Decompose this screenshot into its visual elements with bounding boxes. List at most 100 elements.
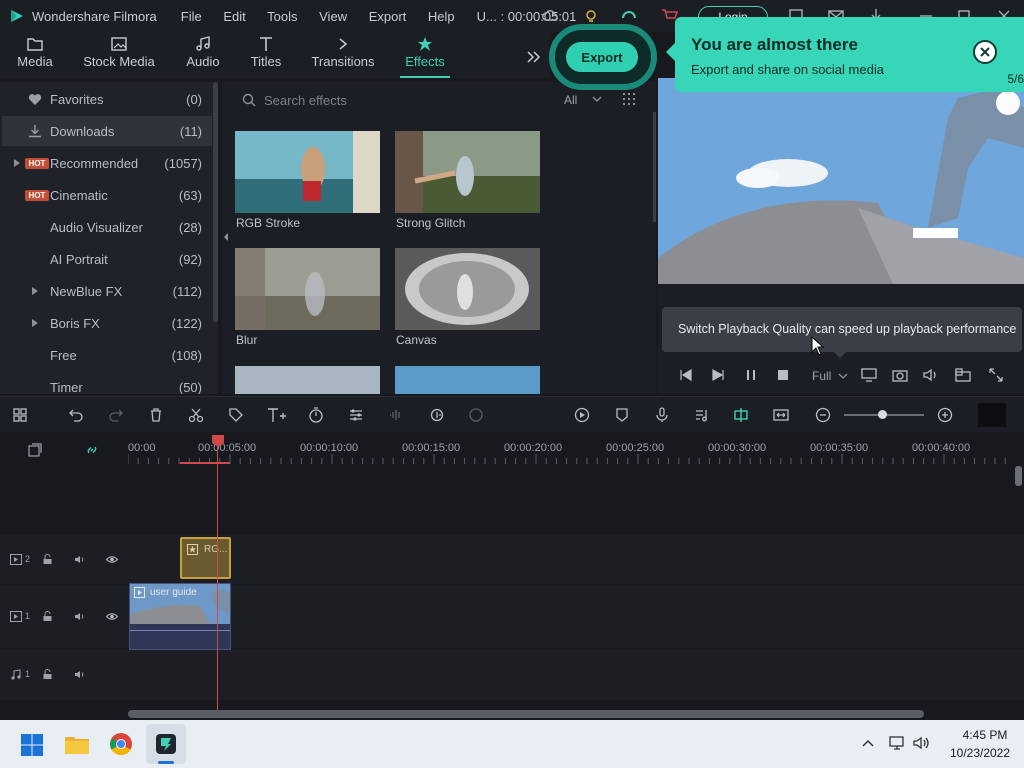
undo-icon[interactable] <box>68 407 84 423</box>
chevron-down-icon[interactable] <box>838 372 848 380</box>
expand-tabs-icon[interactable] <box>526 50 542 64</box>
tag-icon[interactable] <box>228 407 244 423</box>
tab-transitions[interactable]: Transitions <box>310 32 376 78</box>
callout-close-button[interactable] <box>973 40 997 64</box>
chevron-up-icon[interactable] <box>862 738 874 748</box>
search-box[interactable] <box>234 86 544 114</box>
network-icon[interactable] <box>888 735 906 751</box>
headset-icon[interactable] <box>620 7 638 25</box>
expand-caret-icon[interactable] <box>14 159 20 167</box>
stabilize-icon[interactable] <box>468 407 484 423</box>
sidebar-item-audio-visualizer[interactable]: Audio Visualizer (28) <box>2 212 212 242</box>
bulb-icon[interactable] <box>582 7 600 25</box>
sidebar-item-free[interactable]: Free (108) <box>2 340 212 370</box>
pause-icon[interactable] <box>744 368 758 382</box>
collapse-sidebar-icon[interactable] <box>222 232 230 242</box>
effect-thumb-canvas[interactable] <box>395 248 540 330</box>
zoom-out-icon[interactable] <box>815 407 831 423</box>
menu-view[interactable]: View <box>319 9 347 24</box>
timeline-horizontal-scrollbar[interactable] <box>128 710 924 718</box>
lock-icon[interactable] <box>42 611 53 622</box>
effect-clip[interactable]: RG... <box>180 537 231 579</box>
tab-stock-media[interactable]: Stock Media <box>80 32 158 78</box>
previous-frame-icon[interactable] <box>678 368 694 382</box>
menu-edit[interactable]: Edit <box>223 9 245 24</box>
lock-icon[interactable] <box>42 554 53 565</box>
effect-thumb-blur[interactable] <box>235 248 380 330</box>
pip-icon[interactable] <box>954 367 972 383</box>
menu-help[interactable]: Help <box>428 9 455 24</box>
zoom-in-icon[interactable] <box>937 407 953 423</box>
link-icon[interactable] <box>84 442 100 458</box>
adjust-sliders-icon[interactable] <box>348 407 364 423</box>
redo-icon[interactable] <box>108 407 124 423</box>
playback-quality-dropdown[interactable]: Full <box>812 369 831 383</box>
speed-timer-icon[interactable] <box>308 407 324 423</box>
file-explorer-icon[interactable] <box>64 732 90 756</box>
chrome-icon[interactable] <box>109 732 133 756</box>
display-icon[interactable] <box>860 367 878 383</box>
camera-icon[interactable] <box>891 367 909 383</box>
chevron-down-icon[interactable] <box>592 95 602 103</box>
timeline-vertical-scrollbar[interactable] <box>1015 466 1022 486</box>
fullscreen-icon[interactable] <box>988 367 1004 383</box>
speaker-icon[interactable] <box>74 554 86 565</box>
render-preview-icon[interactable] <box>574 407 590 423</box>
sidebar-item-downloads[interactable]: Downloads (11) <box>2 116 212 146</box>
menu-export[interactable]: Export <box>369 9 407 24</box>
audio-wave-icon[interactable] <box>388 407 404 423</box>
sidebar-item-recommended[interactable]: HOT Recommended (1057) <box>2 148 212 178</box>
sidebar-scrollbar[interactable] <box>213 82 218 322</box>
sidebar-item-timer[interactable]: Timer (50) <box>2 372 212 394</box>
stop-icon[interactable] <box>776 368 790 382</box>
add-text-icon[interactable] <box>266 406 286 424</box>
speaker-icon[interactable] <box>74 611 86 622</box>
windows-start-icon[interactable] <box>20 733 44 757</box>
eye-icon[interactable] <box>106 611 118 622</box>
fit-timeline-icon[interactable] <box>772 407 790 423</box>
export-button[interactable]: Export <box>566 42 638 72</box>
work-area-marker[interactable] <box>180 462 230 464</box>
taskbar-item-filmora[interactable] <box>146 724 186 764</box>
video-clip[interactable]: user guide <box>129 583 231 650</box>
music-list-icon[interactable] <box>694 407 710 423</box>
sidebar-item-newblue-fx[interactable]: NewBlue FX (112) <box>2 276 212 306</box>
speaker-icon[interactable] <box>74 669 86 680</box>
volume-icon[interactable] <box>912 735 930 751</box>
delete-icon[interactable] <box>148 407 164 423</box>
tab-media[interactable]: Media <box>12 32 58 78</box>
microphone-icon[interactable] <box>654 407 670 423</box>
effect-thumb-rgb-stroke[interactable] <box>235 131 380 213</box>
cut-icon[interactable] <box>188 407 204 423</box>
effect-thumb[interactable] <box>235 366 380 394</box>
track-height-toggle[interactable] <box>978 403 1006 427</box>
add-track-icon[interactable] <box>27 442 43 458</box>
layout-icon[interactable] <box>12 407 28 423</box>
lock-icon[interactable] <box>42 669 53 680</box>
sidebar-item-favorites[interactable]: Favorites (0) <box>2 84 212 114</box>
expand-caret-icon[interactable] <box>32 319 38 327</box>
menu-file[interactable]: File <box>181 9 202 24</box>
tab-audio[interactable]: Audio <box>182 32 224 78</box>
expand-caret-icon[interactable] <box>32 287 38 295</box>
filter-dropdown[interactable]: All <box>564 93 577 107</box>
playhead-line[interactable] <box>217 444 218 710</box>
play-icon[interactable] <box>710 368 726 382</box>
search-input[interactable] <box>264 90 534 110</box>
clock-date[interactable]: 10/23/2022 <box>940 746 1020 760</box>
tab-titles[interactable]: Titles <box>246 32 286 78</box>
volume-icon[interactable] <box>922 367 940 383</box>
marker-shield-icon[interactable] <box>614 407 630 423</box>
sidebar-item-cinematic[interactable]: HOT Cinematic (63) <box>2 180 212 210</box>
tab-effects[interactable]: Effects <box>400 32 450 78</box>
effect-thumb[interactable] <box>395 366 540 394</box>
effect-thumb-strong-glitch[interactable] <box>395 131 540 213</box>
snap-icon[interactable] <box>732 407 750 423</box>
time-ruler[interactable]: 00:00 00:00:05:00 00:00:10:00 00:00:15:0… <box>128 438 1008 466</box>
playhead-handle-icon[interactable] <box>211 434 225 448</box>
effects-scrollbar[interactable] <box>653 112 656 222</box>
sidebar-item-ai-portrait[interactable]: AI Portrait (92) <box>2 244 212 274</box>
audio-mixer-icon[interactable] <box>428 407 446 423</box>
sidebar-item-boris-fx[interactable]: Boris FX (122) <box>2 308 212 338</box>
clock-time[interactable]: 4:45 PM <box>955 728 1015 742</box>
